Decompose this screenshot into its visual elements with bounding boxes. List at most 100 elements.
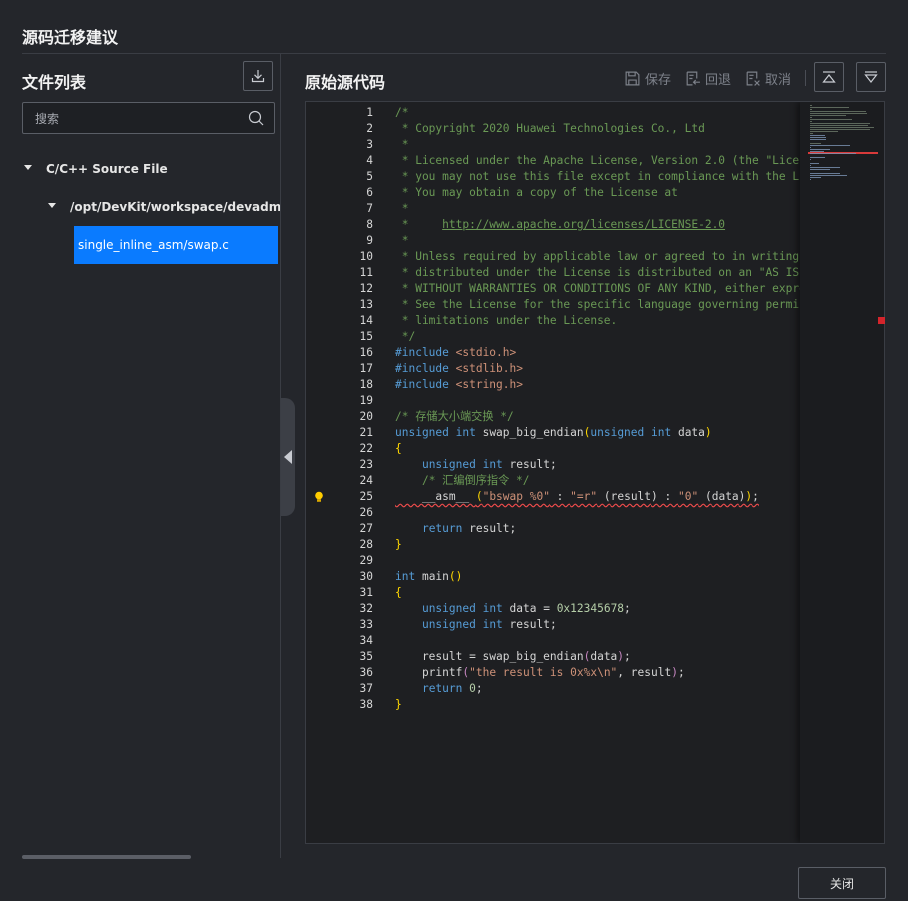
code-line[interactable]: 19: [306, 393, 800, 409]
minimap-line: [810, 143, 821, 144]
code-line[interactable]: 31 {: [306, 585, 800, 601]
minimap[interactable]: [800, 102, 884, 843]
minimap-line: [810, 163, 819, 164]
code-line[interactable]: 37 return 0;: [306, 681, 800, 697]
code-line[interactable]: 6 * You may obtain a copy of the License…: [306, 185, 800, 201]
code-line[interactable]: 3 *: [306, 137, 800, 153]
code-line[interactable]: 20 /* 存储大小端交换 */: [306, 409, 800, 425]
code-line[interactable]: 22 {: [306, 441, 800, 457]
code-line[interactable]: 27 return result;: [306, 521, 800, 537]
code-text: *: [395, 138, 409, 151]
line-number: 15: [359, 330, 373, 343]
code-text: * See the License for the specific langu…: [401, 298, 800, 311]
code-text: * Licensed under the Apache License, Ver…: [395, 154, 800, 167]
code-line[interactable]: 18 #include <string.h>: [306, 377, 800, 393]
tree-node-file-selected[interactable]: single_inline_asm/swap.c: [74, 226, 278, 264]
code-line[interactable]: 25 __asm__ ("bswap %0" : "=r" (result) :…: [306, 489, 800, 505]
search-icon[interactable]: [248, 110, 264, 126]
close-button[interactable]: 关闭: [798, 867, 886, 899]
code-line[interactable]: 32 unsigned int data = 0x12345678;: [306, 601, 800, 617]
file-list-panel: 文件列表 C/C++ Source File /opt/DevKit/works…: [0, 54, 280, 860]
code-line[interactable]: 14 * limitations under the License.: [306, 313, 800, 329]
toolbar-divider: [805, 70, 806, 86]
code-line[interactable]: 33 unsigned int result;: [306, 617, 800, 633]
line-number: 1: [366, 106, 373, 119]
code-line[interactable]: 13 * See the License for the specific la…: [306, 297, 800, 313]
code-text: * you may not use this file except in co…: [401, 170, 800, 183]
code-text: unsigned int result;: [421, 618, 557, 631]
code-text: }: [395, 698, 402, 711]
minimap-line: [810, 121, 812, 122]
code-line[interactable]: 16 #include <stdio.h>: [306, 345, 800, 361]
overview-ruler-error-marker[interactable]: [878, 317, 885, 324]
code-text: #include <string.h>: [395, 378, 523, 391]
expand-caret-icon[interactable]: [48, 203, 56, 208]
dialog-title: 源码迁移建议: [22, 28, 119, 47]
code-line[interactable]: 7 *: [306, 201, 800, 217]
line-number: 7: [366, 202, 373, 215]
code-line[interactable]: 34: [306, 633, 800, 649]
code-line[interactable]: 21 unsigned int swap_big_endian(unsigned …: [306, 425, 800, 441]
code-line[interactable]: 38}: [306, 697, 800, 713]
minimap-line: [810, 165, 811, 166]
code-line[interactable]: 26: [306, 505, 800, 521]
code-line[interactable]: 5 * you may not use this file except in …: [306, 169, 800, 185]
minimap-line: [810, 175, 847, 176]
code-text: * Copyright 2020 Huawei Technologies Co.…: [395, 122, 705, 135]
code-editor[interactable]: 1 /* 2 * Copyright 2020 Huawei Technologie…: [305, 101, 885, 844]
scroll-top-button[interactable]: [814, 62, 844, 92]
code-line[interactable]: 28}: [306, 537, 800, 553]
code-text: __asm__ ("bswap %0" : "=r" (result) : "0…: [395, 490, 759, 503]
save-button[interactable]: 保存: [624, 68, 671, 88]
collapse-panel-button[interactable]: [281, 398, 295, 516]
line-number: 28: [359, 538, 373, 551]
code-line[interactable]: 10 * Unless required by applicable law o…: [306, 249, 800, 265]
horizontal-scrollbar[interactable]: [22, 855, 191, 859]
minimap-line: [810, 153, 856, 154]
code-text: /* 存储大小端交换 */: [395, 410, 514, 423]
search-input[interactable]: [23, 103, 252, 135]
code-line[interactable]: 17 #include <stdlib.h>: [306, 361, 800, 377]
minimap-line: [810, 105, 812, 106]
code-line[interactable]: 15 */: [306, 329, 800, 345]
line-number: 26: [359, 506, 373, 519]
code-line[interactable]: 12 * WITHOUT WARRANTIES OR CONDITIONS OF…: [306, 281, 800, 297]
code-line[interactable]: 4 * Licensed under the Apache License, V…: [306, 153, 800, 169]
code-line[interactable]: 11 * distributed under the License is di…: [306, 265, 800, 281]
code-text: *: [395, 234, 409, 247]
code-text: */: [395, 330, 416, 343]
code-line[interactable]: 9 *: [306, 233, 800, 249]
minimap-line: [810, 145, 850, 146]
code-text: unsigned int swap_big_endian(unsigned in…: [395, 426, 712, 439]
code-line[interactable]: 2 * Copyright 2020 Huawei Technologies C…: [306, 121, 800, 137]
code-text: /* 汇编倒序指令 */: [421, 474, 530, 487]
tree-node-dir[interactable]: /opt/DevKit/workspace/devadmin/p: [48, 200, 280, 218]
lightbulb-icon[interactable]: [313, 491, 325, 503]
minimap-line: [810, 179, 811, 180]
expand-caret-icon[interactable]: [24, 165, 32, 170]
code-line[interactable]: 29: [306, 553, 800, 569]
scroll-bottom-button[interactable]: [856, 62, 886, 92]
code-line[interactable]: 36 printf("the result is 0x%x\n", result…: [306, 665, 800, 681]
download-button[interactable]: [243, 61, 273, 91]
line-number: 32: [359, 602, 373, 615]
line-number: 27: [359, 522, 373, 535]
code-line[interactable]: 1 /*: [306, 105, 800, 121]
to-bottom-icon: [864, 71, 878, 83]
code-line[interactable]: 23 unsigned int result;: [306, 457, 800, 473]
line-number: 18: [359, 378, 373, 391]
line-number: 31: [359, 586, 373, 599]
cancel-button[interactable]: 取消: [744, 68, 791, 88]
save-icon: [625, 71, 640, 85]
line-number: 4: [366, 154, 373, 167]
minimap-line: [810, 111, 866, 112]
code-area[interactable]: 1 /* 2 * Copyright 2020 Huawei Technologie…: [306, 102, 800, 843]
line-number: 20: [359, 410, 373, 423]
tree-node-root[interactable]: C/C++ Source File: [24, 162, 274, 180]
code-line[interactable]: 35 result = swap_big_endian(data);: [306, 649, 800, 665]
revert-button[interactable]: 回退: [684, 68, 731, 88]
code-line[interactable]: 8 * http://www.apache.org/licenses/LICEN…: [306, 217, 800, 233]
code-line[interactable]: 24 /* 汇编倒序指令 */: [306, 473, 800, 489]
code-line[interactable]: 30 int main(): [306, 569, 800, 585]
code-text: return 0;: [421, 682, 483, 695]
